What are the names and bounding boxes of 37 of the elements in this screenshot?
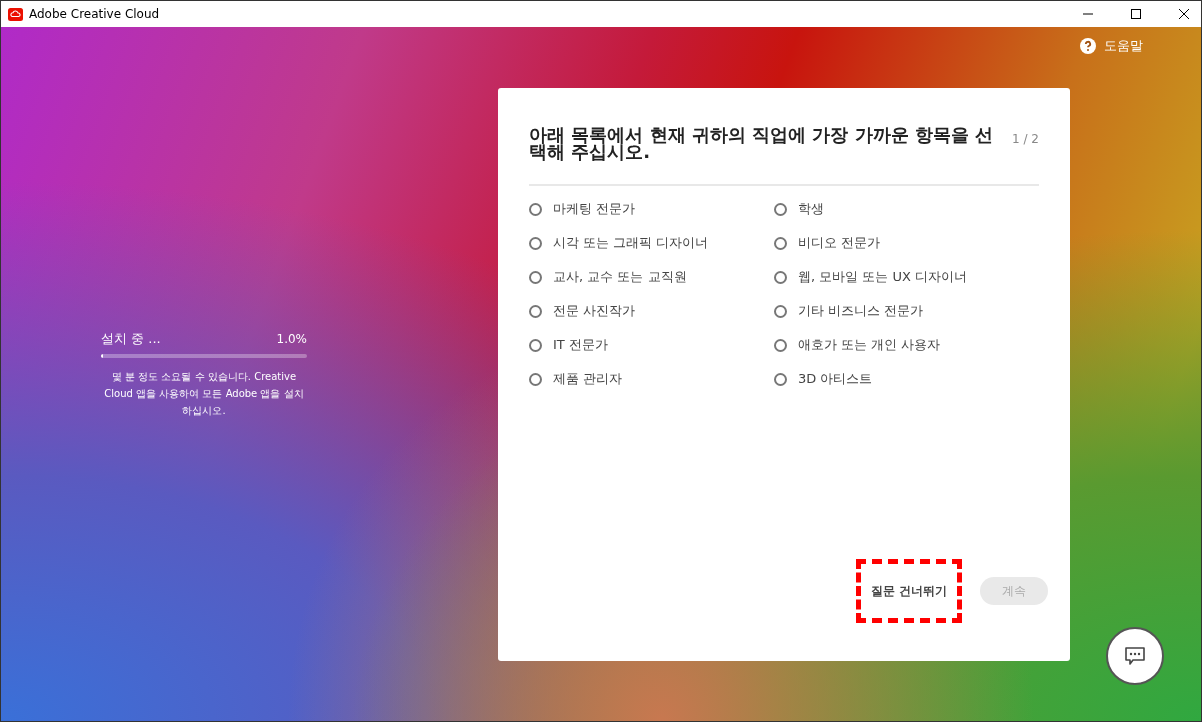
option-label[interactable]: 마케팅 전문가 (553, 199, 636, 219)
question-heading: 아래 목록에서 현재 귀하의 직업에 가장 가까운 항목을 선택해 주십시오. (529, 126, 995, 160)
option-label[interactable]: 비디오 전문가 (798, 233, 881, 253)
chat-icon (1124, 646, 1146, 666)
close-icon[interactable] (1178, 8, 1190, 20)
radio-button[interactable] (774, 236, 787, 250)
install-status: 설치 중 ... (101, 329, 161, 348)
radio-button[interactable] (529, 270, 542, 284)
radio-button[interactable] (529, 338, 542, 352)
option-label[interactable]: 학생 (798, 199, 824, 219)
option-label[interactable]: IT 전문가 (553, 335, 608, 355)
install-percent: 1.0% (276, 330, 307, 348)
maximize-icon[interactable] (1130, 8, 1142, 20)
radio-button[interactable] (774, 338, 787, 352)
option-label[interactable]: 시각 또는 그래픽 디자이너 (553, 233, 709, 253)
radio-button[interactable] (529, 372, 542, 386)
app-logo-icon (8, 7, 23, 21)
radio-button[interactable] (529, 304, 542, 318)
radio-button[interactable] (529, 236, 542, 250)
chat-button[interactable] (1106, 627, 1164, 685)
radio-button[interactable] (529, 202, 542, 216)
radio-button[interactable] (774, 304, 787, 318)
skip-button[interactable]: 질문 건너뛰기 (862, 577, 955, 605)
option-label[interactable]: 제품 관리자 (553, 369, 623, 389)
option-label[interactable]: 웹, 모바일 또는 UX 디자이너 (798, 267, 968, 287)
option-label[interactable]: 3D 아티스트 (798, 369, 873, 389)
option-label[interactable]: 교사, 교수 또는 교직원 (553, 267, 687, 287)
install-note: 몇 분 정도 소요될 수 있습니다. Creative Cloud 앱을 사용하여 모든 Adobe 앱을 설치하십시오. (103, 370, 305, 419)
help-icon (1080, 38, 1096, 54)
option-label[interactable]: 기타 비즈니스 전문가 (798, 301, 924, 321)
step-counter: 1 / 2 (1012, 131, 1039, 148)
radio-button[interactable] (774, 270, 787, 284)
radio-button[interactable] (774, 202, 787, 216)
option-label[interactable]: 애호가 또는 개인 사용자 (798, 335, 941, 355)
option-label[interactable]: 전문 사진작가 (553, 301, 636, 321)
window-title: Adobe Creative Cloud (29, 6, 160, 23)
radio-button[interactable] (774, 372, 787, 386)
